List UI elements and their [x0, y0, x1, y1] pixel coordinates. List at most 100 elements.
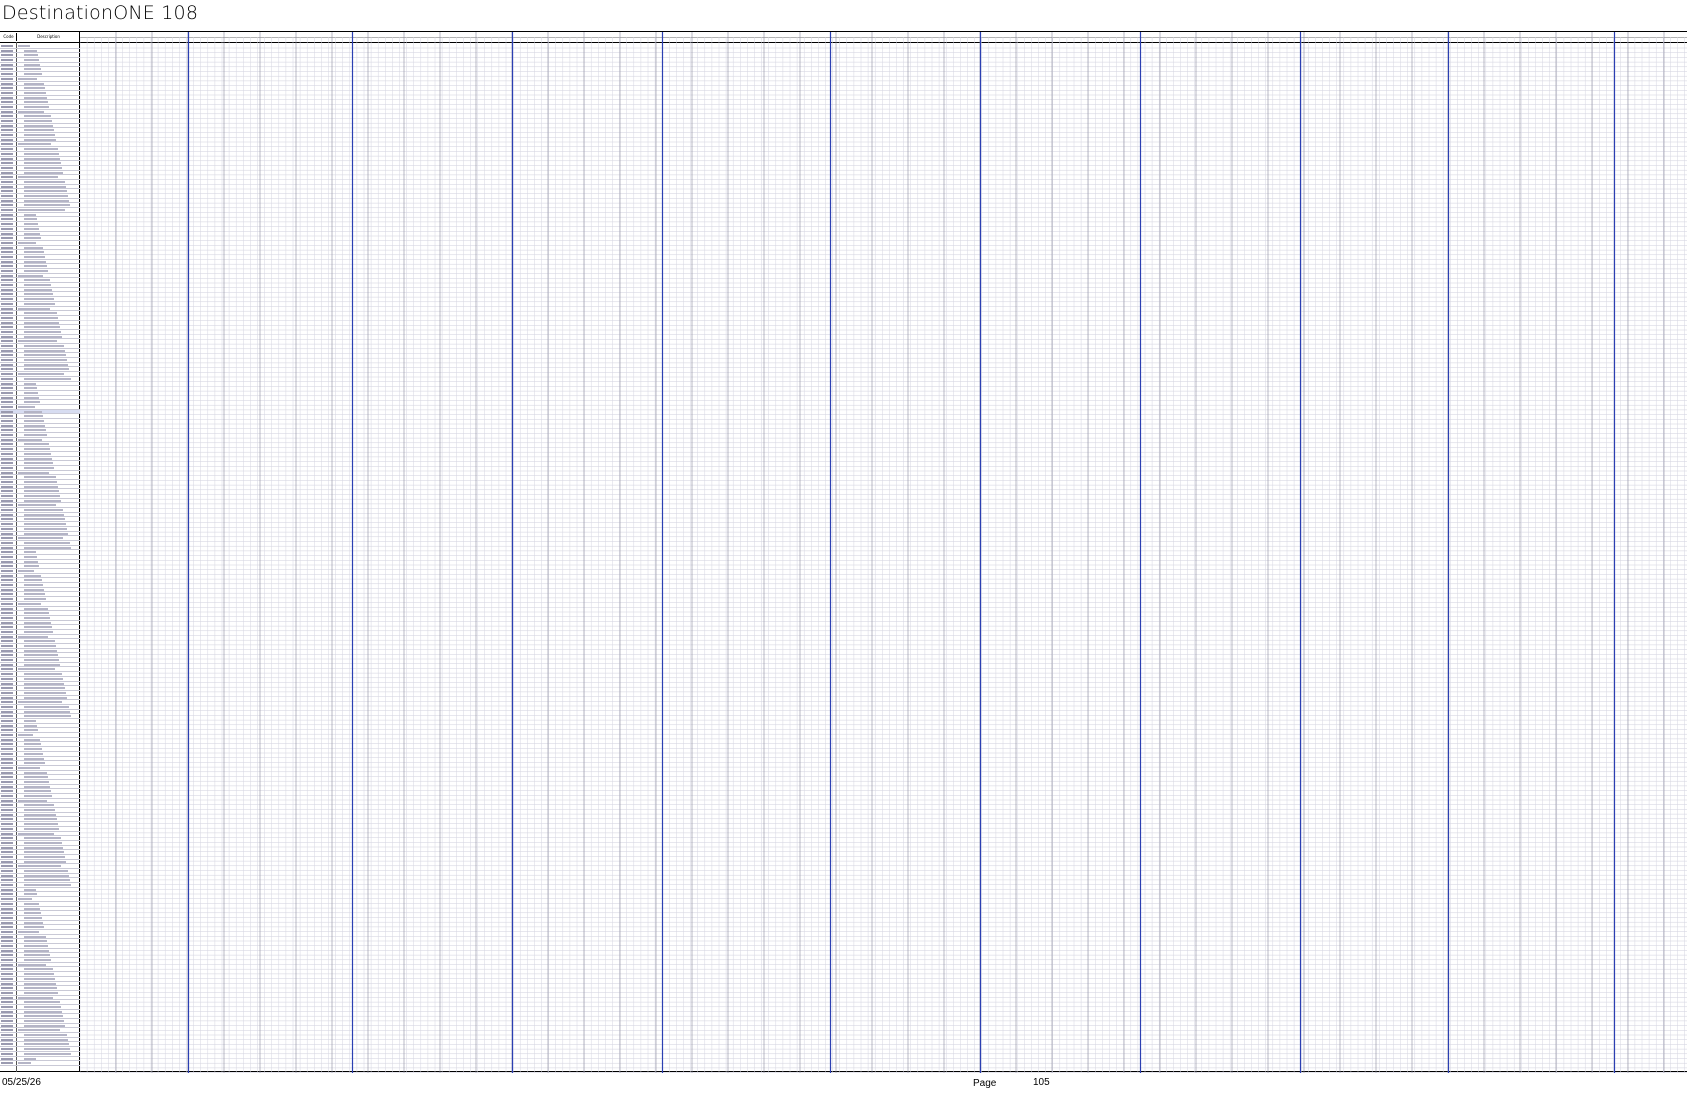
row-description-stub: [24, 841, 62, 844]
row-code-stub: [1, 176, 13, 179]
row-code-stub: [1, 738, 13, 741]
row-code-stub: [1, 199, 13, 202]
row-description-stub: [18, 209, 65, 212]
row-description-stub: [18, 405, 35, 408]
row-code-stub: [1, 363, 13, 366]
row-description-stub: [24, 1048, 70, 1051]
row-code-stub: [1, 827, 13, 830]
row-code-stub: [1, 766, 13, 769]
row-description-stub: [24, 527, 67, 530]
row-description-stub: [24, 166, 62, 169]
row-description-stub: [24, 823, 58, 826]
row-code-stub: [1, 1020, 13, 1022]
row-description-stub: [24, 63, 40, 66]
row-description-stub: [18, 766, 40, 769]
row-description-stub: [24, 476, 56, 479]
row-description-stub: [24, 795, 52, 797]
row-code-stub: [1, 349, 13, 352]
row-code-stub: [1, 977, 13, 980]
row-description-stub: [24, 345, 64, 347]
row-code-stub: [1, 148, 13, 151]
row-code-stub: [1, 541, 13, 544]
row-code-stub: [1, 795, 13, 797]
row-description-stub: [24, 738, 40, 741]
row-description-stub: [24, 748, 42, 751]
row-description-stub: [24, 968, 53, 971]
row-code-stub: [1, 762, 13, 765]
row-description-stub: [24, 860, 66, 863]
row-code-stub: [1, 668, 13, 671]
row-code-stub: [1, 954, 13, 957]
row-code-stub: [1, 846, 13, 849]
row-description-stub: [18, 570, 34, 572]
row-code-stub: [1, 279, 13, 282]
row-description-stub: [24, 1038, 68, 1041]
row-description-stub: [24, 846, 63, 849]
row-code-stub: [1, 598, 13, 601]
row-code-stub: [1, 532, 13, 535]
row-code-stub: [1, 115, 13, 118]
row-description-stub: [24, 185, 66, 188]
row-description-stub: [18, 77, 37, 80]
row-description-stub: [24, 420, 44, 422]
row-code-stub: [1, 54, 13, 57]
row-description-stub: [18, 930, 39, 933]
row-description-stub: [24, 457, 52, 460]
row-description-stub: [24, 977, 55, 980]
row-description-stub: [24, 354, 66, 357]
row-description-stub: [24, 921, 43, 924]
row-code-stub: [1, 241, 13, 244]
row-code-stub: [1, 434, 13, 437]
row-description-stub: [24, 396, 39, 399]
row-description-stub: [18, 274, 43, 277]
row-description-stub: [18, 832, 54, 835]
row-description-stub: [18, 340, 57, 343]
row-code-stub: [1, 640, 13, 643]
row-description-stub: [24, 720, 36, 722]
row-code-stub: [1, 645, 13, 647]
row-description-stub: [24, 434, 47, 437]
row-code-stub: [1, 921, 13, 924]
row-code-stub: [1, 579, 13, 582]
row-code-stub: [1, 495, 13, 497]
row-description-stub: [24, 621, 51, 624]
row-description-stub: [24, 218, 37, 221]
table-row: [0, 1061, 80, 1066]
row-description-stub: [24, 138, 56, 141]
page-title: DestinationONE 108: [2, 2, 199, 24]
row-code-stub: [1, 879, 13, 882]
row-description-stub: [24, 120, 52, 122]
row-description-stub: [24, 813, 56, 816]
row-code-stub: [1, 59, 13, 62]
row-description-stub: [24, 349, 65, 352]
row-description-stub: [24, 874, 69, 877]
row-description-stub: [24, 888, 36, 891]
row-description-stub: [18, 110, 44, 113]
row-description-stub: [24, 752, 43, 755]
row-code-stub: [1, 616, 13, 619]
row-description-stub: [24, 1005, 61, 1008]
row-description-stub: [24, 513, 64, 516]
row-description-stub: [24, 991, 58, 994]
row-code-stub: [1, 696, 13, 699]
row-description-stub: [24, 696, 67, 699]
row-description-stub: [24, 288, 52, 291]
row-description-stub: [24, 584, 43, 587]
row-description-stub: [24, 555, 37, 558]
row-code-stub: [1, 855, 13, 858]
row-code-stub: [1, 940, 13, 943]
row-code-stub: [1, 485, 13, 488]
row-code-stub: [1, 452, 13, 455]
row-description-stub: [24, 59, 39, 62]
row-code-stub: [1, 626, 13, 629]
row-code-stub: [1, 1034, 13, 1037]
row-code-stub: [1, 743, 13, 746]
row-code-stub: [1, 499, 13, 502]
row-description-stub: [24, 1010, 62, 1013]
row-code-stub: [1, 1010, 13, 1013]
row-description-stub: [24, 101, 48, 104]
row-code-stub: [1, 391, 13, 394]
row-description-stub: [24, 743, 41, 746]
grid-lines: [80, 32, 1687, 1073]
row-code-stub: [1, 1043, 13, 1046]
